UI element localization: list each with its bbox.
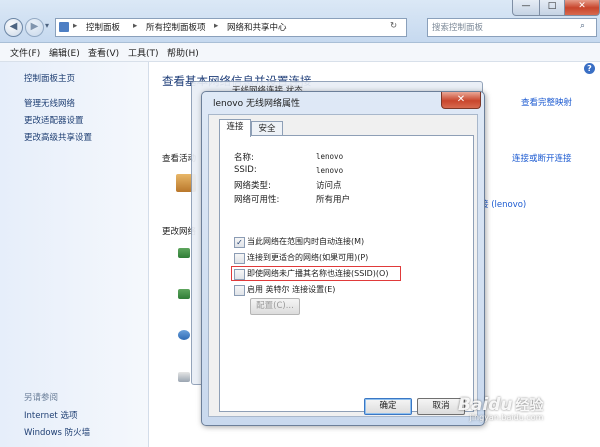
dialog-close-button[interactable]: ✕ bbox=[441, 92, 481, 109]
prop-label-ssid: SSID: bbox=[234, 165, 257, 175]
connect-disconnect-link[interactable]: 连接或断开连接 bbox=[512, 152, 572, 164]
forward-arrow-icon: ▶ bbox=[30, 21, 39, 32]
view-full-map-link[interactable]: 查看完整映射 bbox=[521, 96, 572, 108]
see-also-heading: 另请参阅 bbox=[24, 393, 59, 403]
sidebar-item-change-sharing[interactable]: 更改高级共享设置 bbox=[24, 131, 92, 143]
watermark-url: jingyan.baidu.com bbox=[469, 413, 544, 422]
baidu-watermark: Baidu 经验 jingyan.baidu.com bbox=[458, 395, 543, 422]
sidebar-item-internet-options[interactable]: Internet 选项 bbox=[24, 409, 77, 421]
menu-edit[interactable]: 编辑(E) bbox=[49, 46, 80, 59]
prop-value-network-type: 访问点 bbox=[316, 181, 342, 191]
breadcrumb-all-items[interactable]: 所有控制面板项 bbox=[146, 21, 206, 33]
history-dropdown[interactable]: ▾ bbox=[45, 21, 49, 30]
prop-label-network-type: 网络类型: bbox=[234, 181, 271, 191]
wireless-connection-link[interactable]: 接 (lenovo) bbox=[480, 198, 526, 210]
help-icon[interactable]: ? bbox=[584, 63, 595, 74]
breadcrumb-control-panel[interactable]: 控制面板 bbox=[86, 21, 120, 33]
troubleshoot-icon bbox=[178, 372, 190, 382]
left-navigation-pane: 控制面板主页 管理无线网络 更改适配器设置 更改高级共享设置 另请参阅 Inte… bbox=[0, 62, 149, 447]
tab-security[interactable]: 安全 bbox=[251, 121, 283, 136]
intel-settings-checkbox[interactable] bbox=[234, 285, 245, 296]
menu-help[interactable]: 帮助(H) bbox=[167, 46, 199, 59]
forward-button[interactable]: ▶ bbox=[25, 18, 44, 37]
close-icon: ✕ bbox=[578, 1, 586, 11]
menu-bar: 文件(F) 编辑(E) 查看(V) 工具(T) 帮助(H) bbox=[0, 43, 600, 62]
maximize-icon: □ bbox=[547, 1, 557, 11]
address-separator: ▸ bbox=[73, 21, 78, 31]
watermark-logo: Bai bbox=[458, 395, 489, 415]
search-icon: ⌕ bbox=[580, 21, 586, 31]
search-placeholder: 搜索控制面板 bbox=[432, 23, 484, 33]
auto-connect-label: 当此网络在范围内时自动连接(M) bbox=[247, 237, 365, 246]
sidebar-item-manage-wireless[interactable]: 管理无线网络 bbox=[24, 97, 75, 109]
watermark-logo-suffix: du bbox=[488, 395, 513, 415]
dialog-title: lenovo 无线网络属性 bbox=[213, 99, 300, 109]
dialog-body: 连接 安全 名称: lenovo SSID: lenovo 网络类型: 访问点 … bbox=[208, 114, 478, 417]
minimize-button[interactable]: — bbox=[512, 0, 540, 16]
sidebar-item-home[interactable]: 控制面板主页 bbox=[24, 72, 75, 84]
watermark-jingyan: 经验 bbox=[515, 398, 544, 414]
connect-network-icon bbox=[178, 289, 190, 299]
prop-value-name: lenovo bbox=[316, 152, 344, 161]
menu-file[interactable]: 文件(F) bbox=[10, 46, 40, 59]
close-icon: ✕ bbox=[456, 94, 466, 105]
refresh-icon[interactable]: ↻ bbox=[390, 21, 397, 31]
ok-button[interactable]: 确定 bbox=[364, 398, 412, 415]
prefer-network-checkbox[interactable] bbox=[234, 253, 245, 264]
back-arrow-icon: ◀ bbox=[9, 21, 18, 32]
menu-tools[interactable]: 工具(T) bbox=[128, 46, 159, 59]
homegroup-icon bbox=[178, 330, 190, 340]
breadcrumb-network-center[interactable]: 网络和共享中心 bbox=[227, 21, 287, 33]
address-bar[interactable]: ▸ 控制面板 ▸ 所有控制面板项 ▸ 网络和共享中心 ↻ bbox=[55, 18, 407, 37]
prop-label-name: 名称: bbox=[234, 153, 254, 163]
sidebar-item-firewall[interactable]: Windows 防火墙 bbox=[24, 426, 90, 438]
control-panel-icon bbox=[59, 22, 69, 32]
title-address-bar: ◀ ▶ ▾ ▸ 控制面板 ▸ 所有控制面板项 ▸ 网络和共享中心 ↻ 搜索控制面… bbox=[0, 0, 600, 43]
address-separator: ▸ bbox=[133, 21, 138, 31]
maximize-button[interactable]: □ bbox=[539, 0, 565, 16]
tab-connection[interactable]: 连接 bbox=[219, 119, 251, 137]
prefer-network-label: 连接到更适合的网络(如果可用)(P) bbox=[247, 253, 369, 262]
network-setup-icon bbox=[178, 248, 190, 258]
prop-value-availability: 所有用户 bbox=[316, 195, 351, 205]
search-input[interactable]: 搜索控制面板 ⌕ bbox=[427, 18, 597, 37]
prop-value-ssid: lenovo bbox=[316, 166, 344, 175]
intel-settings-label: 启用 英特尔 连接设置(E) bbox=[247, 285, 336, 294]
help-glyph: ? bbox=[587, 64, 592, 73]
menu-view[interactable]: 查看(V) bbox=[88, 46, 119, 59]
highlight-box bbox=[231, 266, 401, 281]
wireless-properties-dialog: lenovo 无线网络属性 ✕ 连接 安全 名称: lenovo SSID: l… bbox=[201, 91, 485, 426]
address-separator: ▸ bbox=[214, 21, 219, 31]
sidebar-item-change-adapter[interactable]: 更改适配器设置 bbox=[24, 114, 84, 126]
prop-label-availability: 网络可用性: bbox=[234, 195, 280, 205]
auto-connect-checkbox[interactable]: ✓ bbox=[234, 237, 245, 248]
back-button[interactable]: ◀ bbox=[4, 18, 23, 37]
window-close-button[interactable]: ✕ bbox=[564, 0, 600, 16]
configure-button[interactable]: 配置(C)... bbox=[250, 298, 300, 315]
minimize-icon: — bbox=[521, 1, 531, 11]
